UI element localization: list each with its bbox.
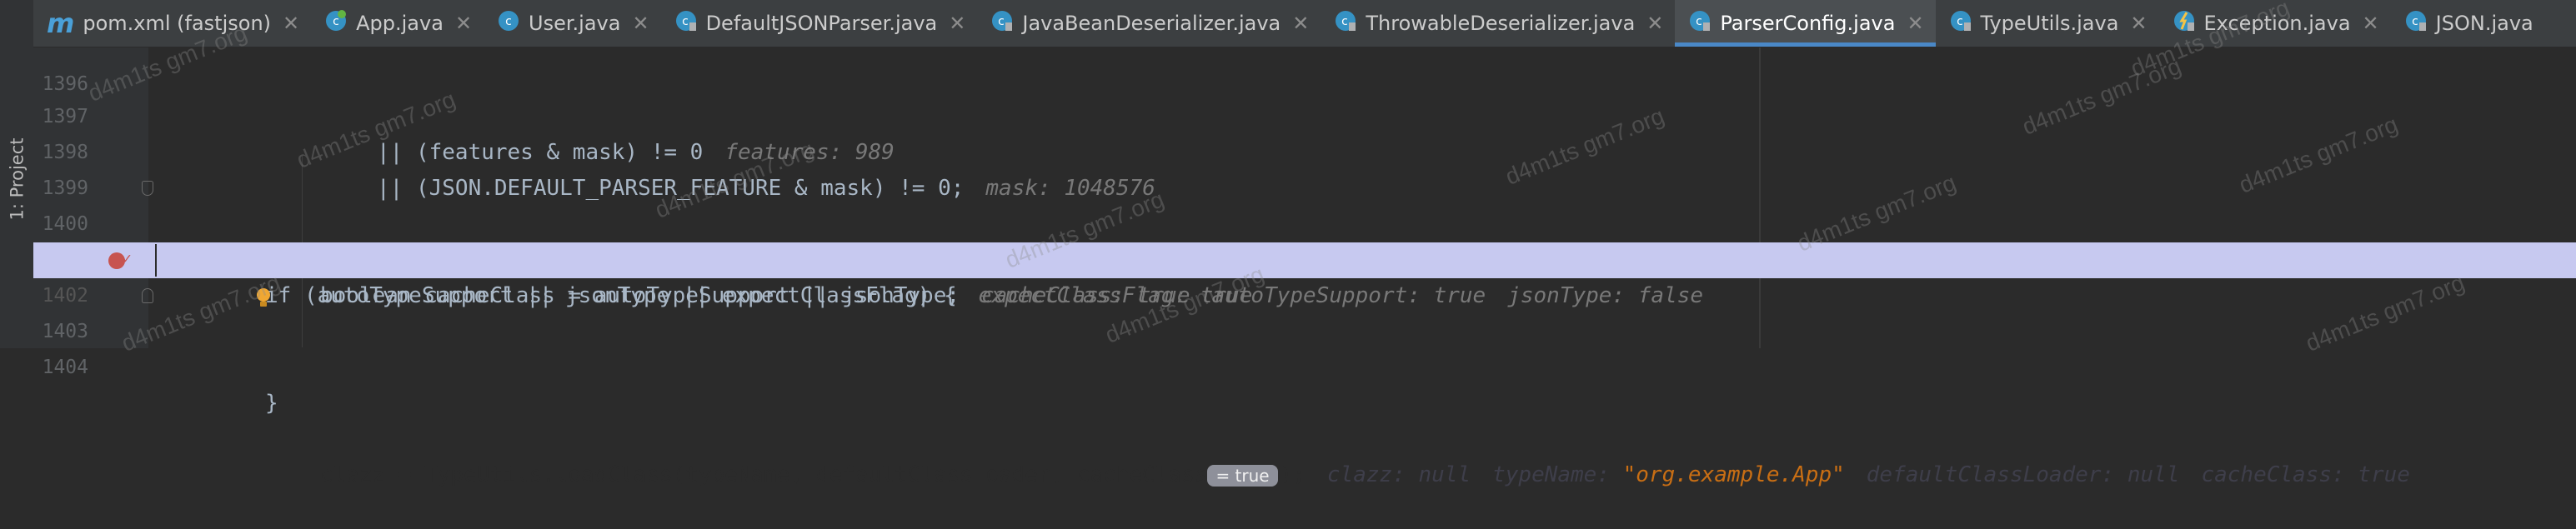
breakpoint-check-icon: ✓ — [123, 250, 132, 267]
svg-text:c: c — [1957, 15, 1963, 28]
project-tool-button[interactable]: 1: Project — [5, 125, 28, 233]
code-line: 1400 if (autoTypeSupport || jsonType || … — [33, 171, 2576, 308]
inline-hint-value: "org.example.App" — [1622, 462, 1845, 487]
code-line: 1396 — [33, 31, 2576, 95]
fold-marker-icon[interactable] — [142, 181, 153, 196]
inline-hint: defaultClassLoader: null — [1866, 462, 2180, 487]
value-badge: = true — [1207, 464, 1278, 487]
svg-text:c: c — [999, 15, 1005, 28]
svg-text:c: c — [1342, 15, 1349, 28]
line-number: 1404 — [42, 357, 88, 378]
code-content: } — [265, 391, 278, 416]
project-tool-window-bar: 1: Project — [0, 0, 34, 348]
project-tool-label: 1: Project — [7, 137, 27, 221]
svg-text:c: c — [2412, 15, 2418, 28]
svg-text:c: c — [333, 15, 339, 28]
code-line: 1399 — [33, 135, 2576, 199]
execution-line: 1402 ✓ clazz = TypeUtils.loadClass(typeN… — [33, 242, 2576, 487]
intention-bulb-icon[interactable] — [177, 249, 270, 307]
svg-text:c: c — [1696, 15, 1703, 28]
code-line: 1398 || (JSON.DEFAULT_PARSER_FEATURE & m… — [33, 99, 2576, 201]
code-line: 1397 || (features & mask) != 0 features: … — [33, 63, 2576, 165]
code-content: ); — [1279, 462, 1306, 487]
inline-hint: typeName: — [1492, 462, 1623, 487]
code-line: 1403 } — [33, 278, 2576, 416]
caret-marker — [155, 244, 157, 277]
fold-marker-icon[interactable] — [142, 288, 153, 303]
svg-text:c: c — [682, 15, 689, 28]
code-text: } — [265, 386, 278, 422]
code-content: clazz = TypeUtils.loadClass(typeName, de… — [320, 462, 1208, 487]
svg-text:c: c — [505, 15, 512, 28]
code-line: 1404 — [33, 314, 2576, 378]
code-line: 1401 boolean cacheClass = autoTypeSuppor… — [33, 207, 2576, 308]
code-text: clazz = TypeUtils.loadClass(typeName, de… — [320, 457, 2410, 493]
inline-hint: cacheClass: true — [2201, 462, 2410, 487]
inline-hint: clazz: null — [1326, 462, 1471, 487]
code-editor[interactable]: 1396 1397 || (features & mask) != 0 featu… — [33, 47, 2576, 487]
